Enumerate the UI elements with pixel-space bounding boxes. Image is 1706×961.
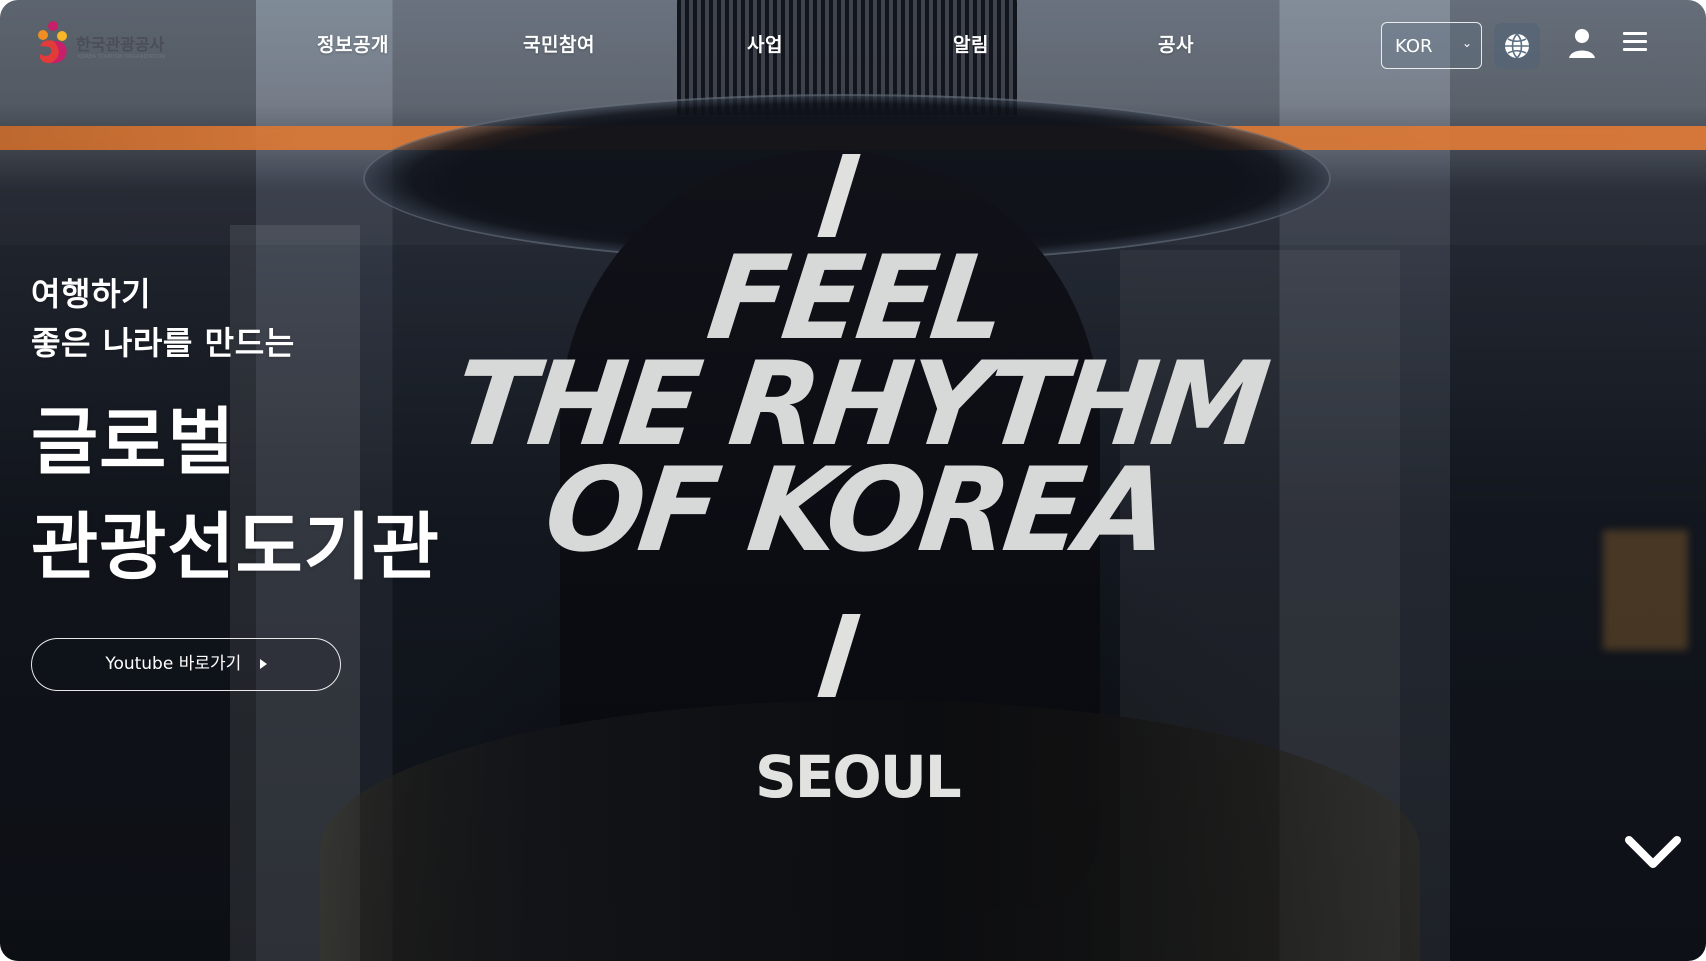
nav-item-business[interactable]: 사업 (747, 30, 783, 57)
nav-item-notice[interactable]: 알림 (953, 30, 989, 57)
globe-icon (1505, 33, 1529, 59)
youtube-link-button[interactable]: Youtube 바로가기 (31, 638, 341, 691)
chevron-down-icon: ⌄ (1461, 36, 1472, 50)
hamburger-menu-icon[interactable] (1622, 30, 1648, 54)
campaign-top-slash (817, 154, 861, 237)
language-select[interactable]: KOR ⌄ (1381, 22, 1482, 69)
youtube-button-label: Youtube 바로가기 (105, 654, 242, 674)
hero-video-background: 한국관광공사 KOREA TOURISM ORGANIZATION 정보공개 국… (0, 0, 1706, 961)
top-navigation: 한국관광공사 KOREA TOURISM ORGANIZATION 정보공개 국… (0, 0, 1706, 90)
korea-tourism-logo[interactable]: 한국관광공사 KOREA TOURISM ORGANIZATION (33, 18, 173, 66)
logo-subtitle: KOREA TOURISM ORGANIZATION (78, 54, 166, 60)
korea-tourism-logo-icon (38, 21, 67, 64)
logo-name: 한국관광공사 (76, 35, 165, 54)
language-selected-value: KOR (1395, 36, 1433, 57)
nav-item-information-disclosure[interactable]: 정보공개 (317, 30, 389, 57)
background-light (1603, 530, 1688, 650)
chevron-down-icon[interactable] (1625, 834, 1681, 870)
nav-item-corporation[interactable]: 공사 (1158, 30, 1194, 57)
campaign-bottom-slash (817, 614, 861, 697)
campaign-title: FEEL THE RHYTHM OF KOREA SEOUL (447, 154, 1271, 814)
campaign-line-korea: OF KOREA (537, 443, 1173, 578)
play-icon (259, 659, 267, 669)
globe-button[interactable] (1494, 23, 1540, 69)
user-icon[interactable] (1566, 27, 1598, 61)
campaign-city: SEOUL (755, 743, 962, 811)
nav-item-public-participation[interactable]: 국민참여 (523, 30, 595, 57)
